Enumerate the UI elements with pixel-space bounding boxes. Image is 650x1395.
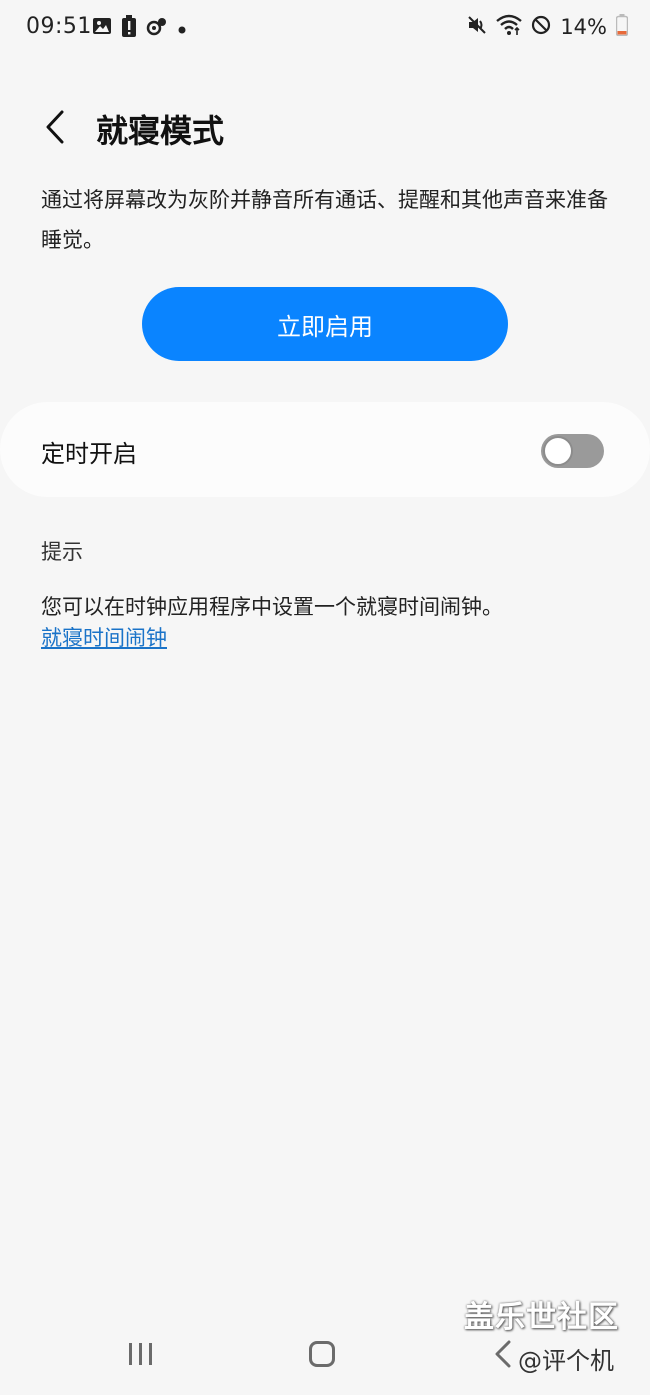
recent-apps-icon [129, 1343, 152, 1365]
status-right: 14% [467, 14, 629, 40]
battery-icon [615, 14, 629, 40]
chevron-left-icon [46, 110, 64, 144]
toggle-knob [543, 436, 573, 466]
mode-description: 通过将屏幕改为灰阶并静音所有通话、提醒和其他声音来准备睡觉。 [41, 188, 608, 252]
page-title: 就寝模式 [96, 112, 225, 150]
nav-back-icon [495, 1340, 511, 1368]
wifi-icon [496, 14, 523, 40]
schedule-label: 定时开启 [41, 440, 137, 468]
enable-now-button[interactable]: 立即启用 [142, 287, 508, 361]
home-button[interactable] [309, 1341, 335, 1367]
nav-back-button[interactable] [494, 1340, 512, 1372]
navigation-bar [0, 1320, 650, 1395]
bedtime-alarm-link[interactable]: 就寝时间闹钟 [41, 622, 167, 652]
tips-text: 您可以在时钟应用程序中设置一个就寝时间闹钟。 [41, 595, 503, 619]
dot-icon [178, 19, 186, 38]
battery-percent: 14% [560, 15, 607, 39]
app-notification-icon [146, 15, 168, 41]
recent-apps-button[interactable] [128, 1342, 154, 1370]
back-button[interactable] [34, 106, 76, 148]
schedule-toggle[interactable] [541, 434, 604, 468]
status-time: 09:51 [26, 14, 92, 39]
schedule-card[interactable]: 定时开启 [0, 402, 650, 497]
mute-icon [467, 15, 487, 39]
gallery-icon [92, 16, 112, 40]
status-bar: 09:51 14% [0, 0, 650, 56]
do-not-disturb-icon [531, 15, 551, 39]
battery-alert-icon [122, 15, 136, 41]
tips-heading: 提示 [41, 540, 83, 564]
status-left-icons [92, 15, 186, 41]
screen: 09:51 14% 就寝模式 通过将屏幕改为灰阶并静音所有通话、提醒和其他声音来… [0, 0, 650, 1395]
